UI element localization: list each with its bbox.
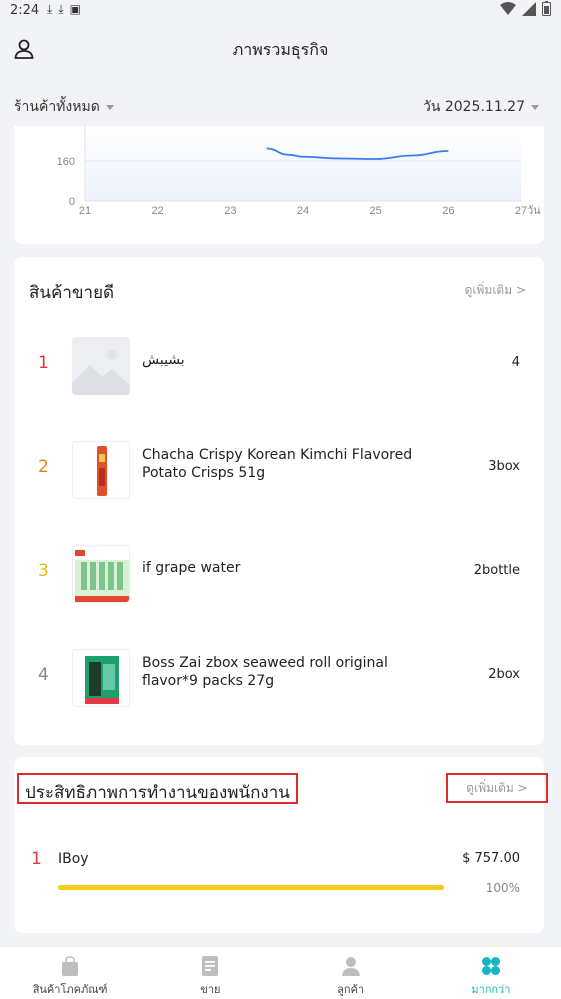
filter-bar: ร้านค้าทั้งหมด วัน 2025.11.27 — [0, 86, 561, 126]
product-name: Boss Zai zbox seaweed roll original flav… — [142, 655, 388, 689]
nav-item-label: ลูกค้า — [337, 983, 365, 996]
signal-icon — [522, 1, 536, 16]
status-bar: 2:24 ⤓ ⤓ ▣ — [0, 0, 561, 24]
nav-item-more[interactable]: มากกว่า — [421, 947, 561, 999]
chart-xtick-label: 26 — [442, 205, 454, 217]
nav-item-label: ขาย — [200, 983, 221, 996]
status-notification-icons: ⤓ ⤓ ▣ — [47, 2, 81, 17]
battery-icon — [542, 1, 551, 16]
top-products-title: สินค้าขายดี — [29, 283, 115, 303]
chart-xtick-label: 25 — [370, 205, 382, 217]
chart-ytick-label: 160 — [57, 156, 75, 168]
top-products-more-link[interactable]: ดูเพิ่มเติม > — [465, 281, 526, 300]
employee-performance-card: ประสิทธิภาพการทำงานของพนักงาน ดูเพิ่มเติ… — [14, 757, 548, 933]
product-quantity: 3box — [488, 459, 520, 474]
product-row[interactable]: 1 بشيبش 4 — [14, 327, 544, 407]
water-bottles-image — [75, 550, 129, 602]
employee-name: IBoy — [58, 851, 89, 867]
sales-line-chart: 0 160 21 22 23 24 25 26 27 วัน — [57, 126, 541, 217]
chart-xtick-label: 24 — [297, 205, 309, 217]
download-icon: ⤓ — [58, 2, 64, 16]
chart-plot-area — [85, 126, 521, 201]
product-rank: 2 — [38, 457, 49, 477]
status-time: 2:24 — [10, 3, 40, 18]
product-name: if grape water — [142, 560, 241, 576]
document-icon — [202, 956, 219, 976]
employee-progress-fill — [58, 885, 444, 890]
sales-chart-card: 0 160 21 22 23 24 25 26 27 วัน — [14, 126, 544, 244]
caret-down-icon — [105, 104, 114, 110]
nav-item-customers[interactable]: ลูกค้า — [281, 947, 421, 999]
product-rank: 1 — [38, 353, 49, 373]
nav-item-label: มากกว่า — [471, 983, 511, 996]
chart-xtick-label: 21 — [79, 205, 91, 217]
customer-icon — [341, 957, 360, 976]
wifi-icon — [500, 1, 516, 15]
employee-progress-bar — [58, 885, 444, 890]
clover-icon — [481, 957, 500, 975]
image-placeholder-icon — [72, 350, 130, 395]
product-quantity: 2bottle — [473, 563, 520, 578]
chart-xtick-label: 23 — [224, 205, 236, 217]
product-row[interactable]: 2 Chacha Crispy Korean Kimchi Flavored P… — [14, 431, 544, 511]
nav-item-sales[interactable]: ขาย — [140, 947, 280, 999]
employee-performance-more-link[interactable]: ดูเพิ่มเติม > — [446, 773, 548, 803]
app-header: ภาพรวมธุรกิจ — [0, 24, 561, 74]
product-image — [72, 649, 130, 707]
product-image — [72, 441, 130, 499]
date-selector-label: วัน 2025.11.27 — [422, 99, 525, 115]
employee-performance-title: ประสิทธิภาพการทำงานของพนักงาน — [17, 773, 298, 804]
chart-ytick-label: 0 — [69, 196, 75, 208]
product-name: Chacha Crispy Korean Kimchi Flavored Pot… — [142, 447, 413, 481]
status-system-icons — [500, 1, 551, 16]
page-title: ภาพรวมธุรกิจ — [232, 40, 329, 59]
nav-item-label: สินค้าโภคภัณฑ์ — [32, 983, 108, 996]
bag-icon — [62, 956, 79, 976]
product-row[interactable]: 3 if grape water 2bottle — [14, 535, 544, 615]
chips-package-image — [97, 446, 107, 496]
bottom-navigation: สินค้าโภคภัณฑ์ ขาย ลูกค้า มากกว่า — [0, 946, 561, 999]
chart-x-unit-label: วัน — [527, 205, 541, 217]
store-selector[interactable]: ร้านค้าทั้งหมด — [14, 96, 114, 118]
product-image-placeholder — [72, 337, 130, 395]
product-rank: 3 — [38, 561, 49, 581]
product-quantity: 4 — [511, 355, 520, 370]
product-image — [72, 545, 130, 603]
product-row[interactable]: 4 Boss Zai zbox seaweed roll original fl… — [14, 639, 544, 719]
product-rank: 4 — [38, 665, 49, 685]
product-quantity: 2box — [488, 667, 520, 682]
date-selector[interactable]: วัน 2025.11.27 — [423, 96, 539, 118]
employee-sales-amount: $ 757.00 — [462, 851, 520, 866]
store-selector-label: ร้านค้าทั้งหมด — [14, 99, 100, 115]
caret-down-icon — [531, 104, 539, 110]
chart-xtick-label: 27 — [515, 205, 527, 217]
seaweed-box-image — [85, 656, 119, 704]
top-products-card: สินค้าขายดี ดูเพิ่มเติม > 1 بشيبش 4 2 Ch… — [14, 257, 544, 745]
chart-xtick-label: 22 — [152, 205, 164, 217]
product-name: بشيبش — [142, 352, 185, 368]
employee-rank: 1 — [31, 849, 42, 869]
app-notification-icon: ▣ — [69, 2, 81, 16]
nav-item-products[interactable]: สินค้าโภคภัณฑ์ — [0, 947, 140, 999]
employee-percent: 100% — [485, 881, 520, 895]
download-icon: ⤓ — [47, 2, 53, 16]
